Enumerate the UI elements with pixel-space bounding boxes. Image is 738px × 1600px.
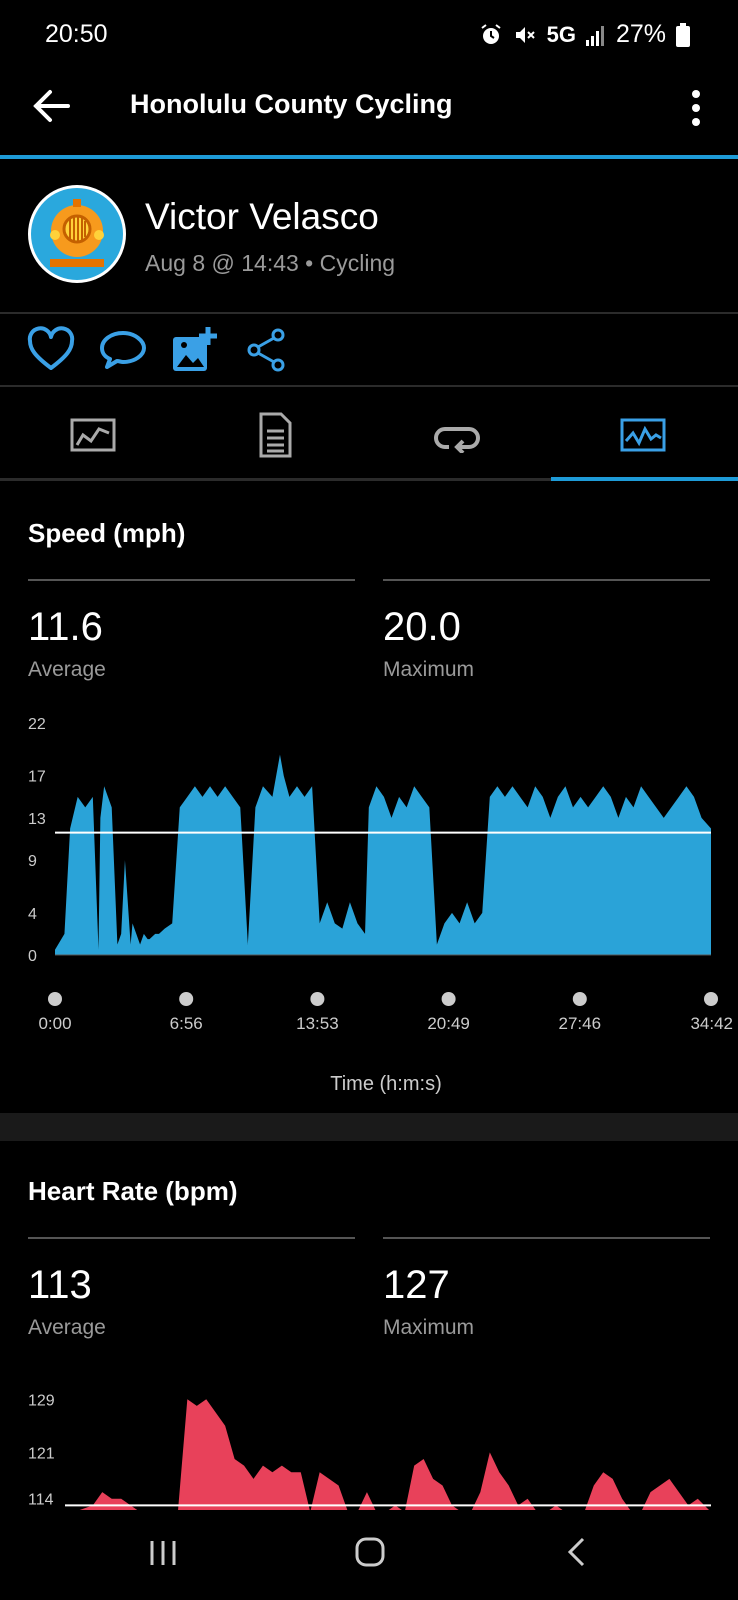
laps-tab[interactable] — [366, 395, 548, 475]
add-photo-icon[interactable] — [170, 325, 220, 375]
stat-divider — [28, 579, 355, 581]
system-nav-bar — [0, 1510, 738, 1600]
hr-maximum-value: 127 — [383, 1263, 450, 1307]
loop-icon — [434, 427, 480, 453]
y-tick-label: 22 — [28, 716, 46, 733]
x-tick-label: 6:56 — [170, 1014, 203, 1033]
chart-area — [55, 1399, 711, 1512]
diver-helmet-icon — [31, 188, 123, 280]
y-tick-label: 0 — [28, 948, 37, 965]
speed-average-label: Average — [28, 658, 106, 681]
x-tick-dot — [704, 992, 718, 1006]
status-time: 20:50 — [45, 20, 108, 48]
charts-tab[interactable] — [552, 395, 734, 475]
x-tick-label: 20:49 — [427, 1014, 470, 1033]
home-icon[interactable] — [354, 1536, 386, 1568]
y-tick-label: 4 — [28, 906, 37, 923]
y-tick-label: 9 — [28, 853, 37, 870]
x-tick-label: 27:46 — [559, 1014, 602, 1033]
divider — [0, 385, 738, 387]
x-tick-label: 34:42 — [690, 1014, 733, 1033]
divider — [0, 312, 738, 314]
x-tick-dot — [48, 992, 62, 1006]
alarm-icon — [480, 23, 501, 44]
y-tick-label: 17 — [28, 769, 46, 786]
avatar[interactable] — [28, 185, 126, 283]
activity-meta: Aug 8 @ 14:43 • Cycling — [145, 250, 396, 276]
recent-apps-icon[interactable] — [148, 1538, 178, 1568]
heart-rate-title: Heart Rate (bpm) — [28, 1176, 238, 1206]
athlete-name[interactable]: Victor Velasco — [145, 196, 379, 238]
x-tick-label: 0:00 — [38, 1014, 71, 1033]
heart-rate-chart[interactable]: 114 121 129 — [0, 1380, 738, 1512]
y-tick-label: 129 — [28, 1392, 55, 1409]
comment-icon[interactable] — [98, 325, 148, 375]
x-tick-dot — [179, 992, 194, 1006]
share-icon[interactable] — [242, 325, 292, 375]
speed-title: Speed (mph) — [28, 518, 186, 548]
x-tick-dot — [572, 992, 587, 1006]
y-tick-label: 13 — [28, 811, 46, 828]
back-nav-icon[interactable] — [565, 1536, 589, 1568]
speed-x-axis-title: Time (h:m:s) — [330, 1073, 442, 1095]
x-tick-label: 13:53 — [296, 1014, 339, 1033]
hr-maximum-label: Maximum — [383, 1316, 475, 1339]
mute-icon — [515, 26, 535, 43]
y-tick-label: 114 — [28, 1492, 54, 1509]
active-tab-indicator — [551, 477, 738, 481]
details-tab[interactable] — [184, 395, 366, 475]
stat-divider — [28, 1237, 355, 1239]
stat-divider — [383, 1237, 710, 1239]
network-label: 5G — [546, 21, 576, 47]
battery-label: 27% — [615, 20, 666, 48]
map-icon — [70, 418, 116, 452]
y-tick-label: 121 — [28, 1445, 55, 1462]
x-tick-dot — [310, 992, 325, 1006]
chart-area — [55, 754, 711, 955]
speed-average-value: 11.6 — [28, 605, 103, 649]
x-tick-dot — [441, 992, 456, 1006]
section-separator — [0, 1113, 738, 1141]
app-title: Honolulu County Cycling — [130, 89, 453, 119]
chart-icon — [620, 418, 666, 452]
hr-average-label: Average — [28, 1316, 106, 1339]
like-icon[interactable] — [26, 325, 76, 375]
back-arrow-icon[interactable] — [30, 88, 74, 124]
speed-maximum-value: 20.0 — [383, 605, 461, 649]
stat-divider — [383, 579, 710, 581]
map-tab[interactable] — [2, 395, 184, 475]
speed-maximum-label: Maximum — [383, 658, 475, 681]
speed-chart[interactable]: 0 4 9 13 17 22 0:00 6:56 13:53 20:49 27:46 34:42 — [0, 715, 738, 1045]
hr-average-value: 113 — [28, 1263, 92, 1307]
status-icons: 5G 27% — [479, 20, 690, 49]
document-icon — [259, 412, 292, 458]
battery-icon — [676, 22, 690, 47]
more-options-icon[interactable] — [684, 88, 708, 128]
accent-line — [0, 155, 738, 159]
signal-icon — [585, 25, 604, 46]
